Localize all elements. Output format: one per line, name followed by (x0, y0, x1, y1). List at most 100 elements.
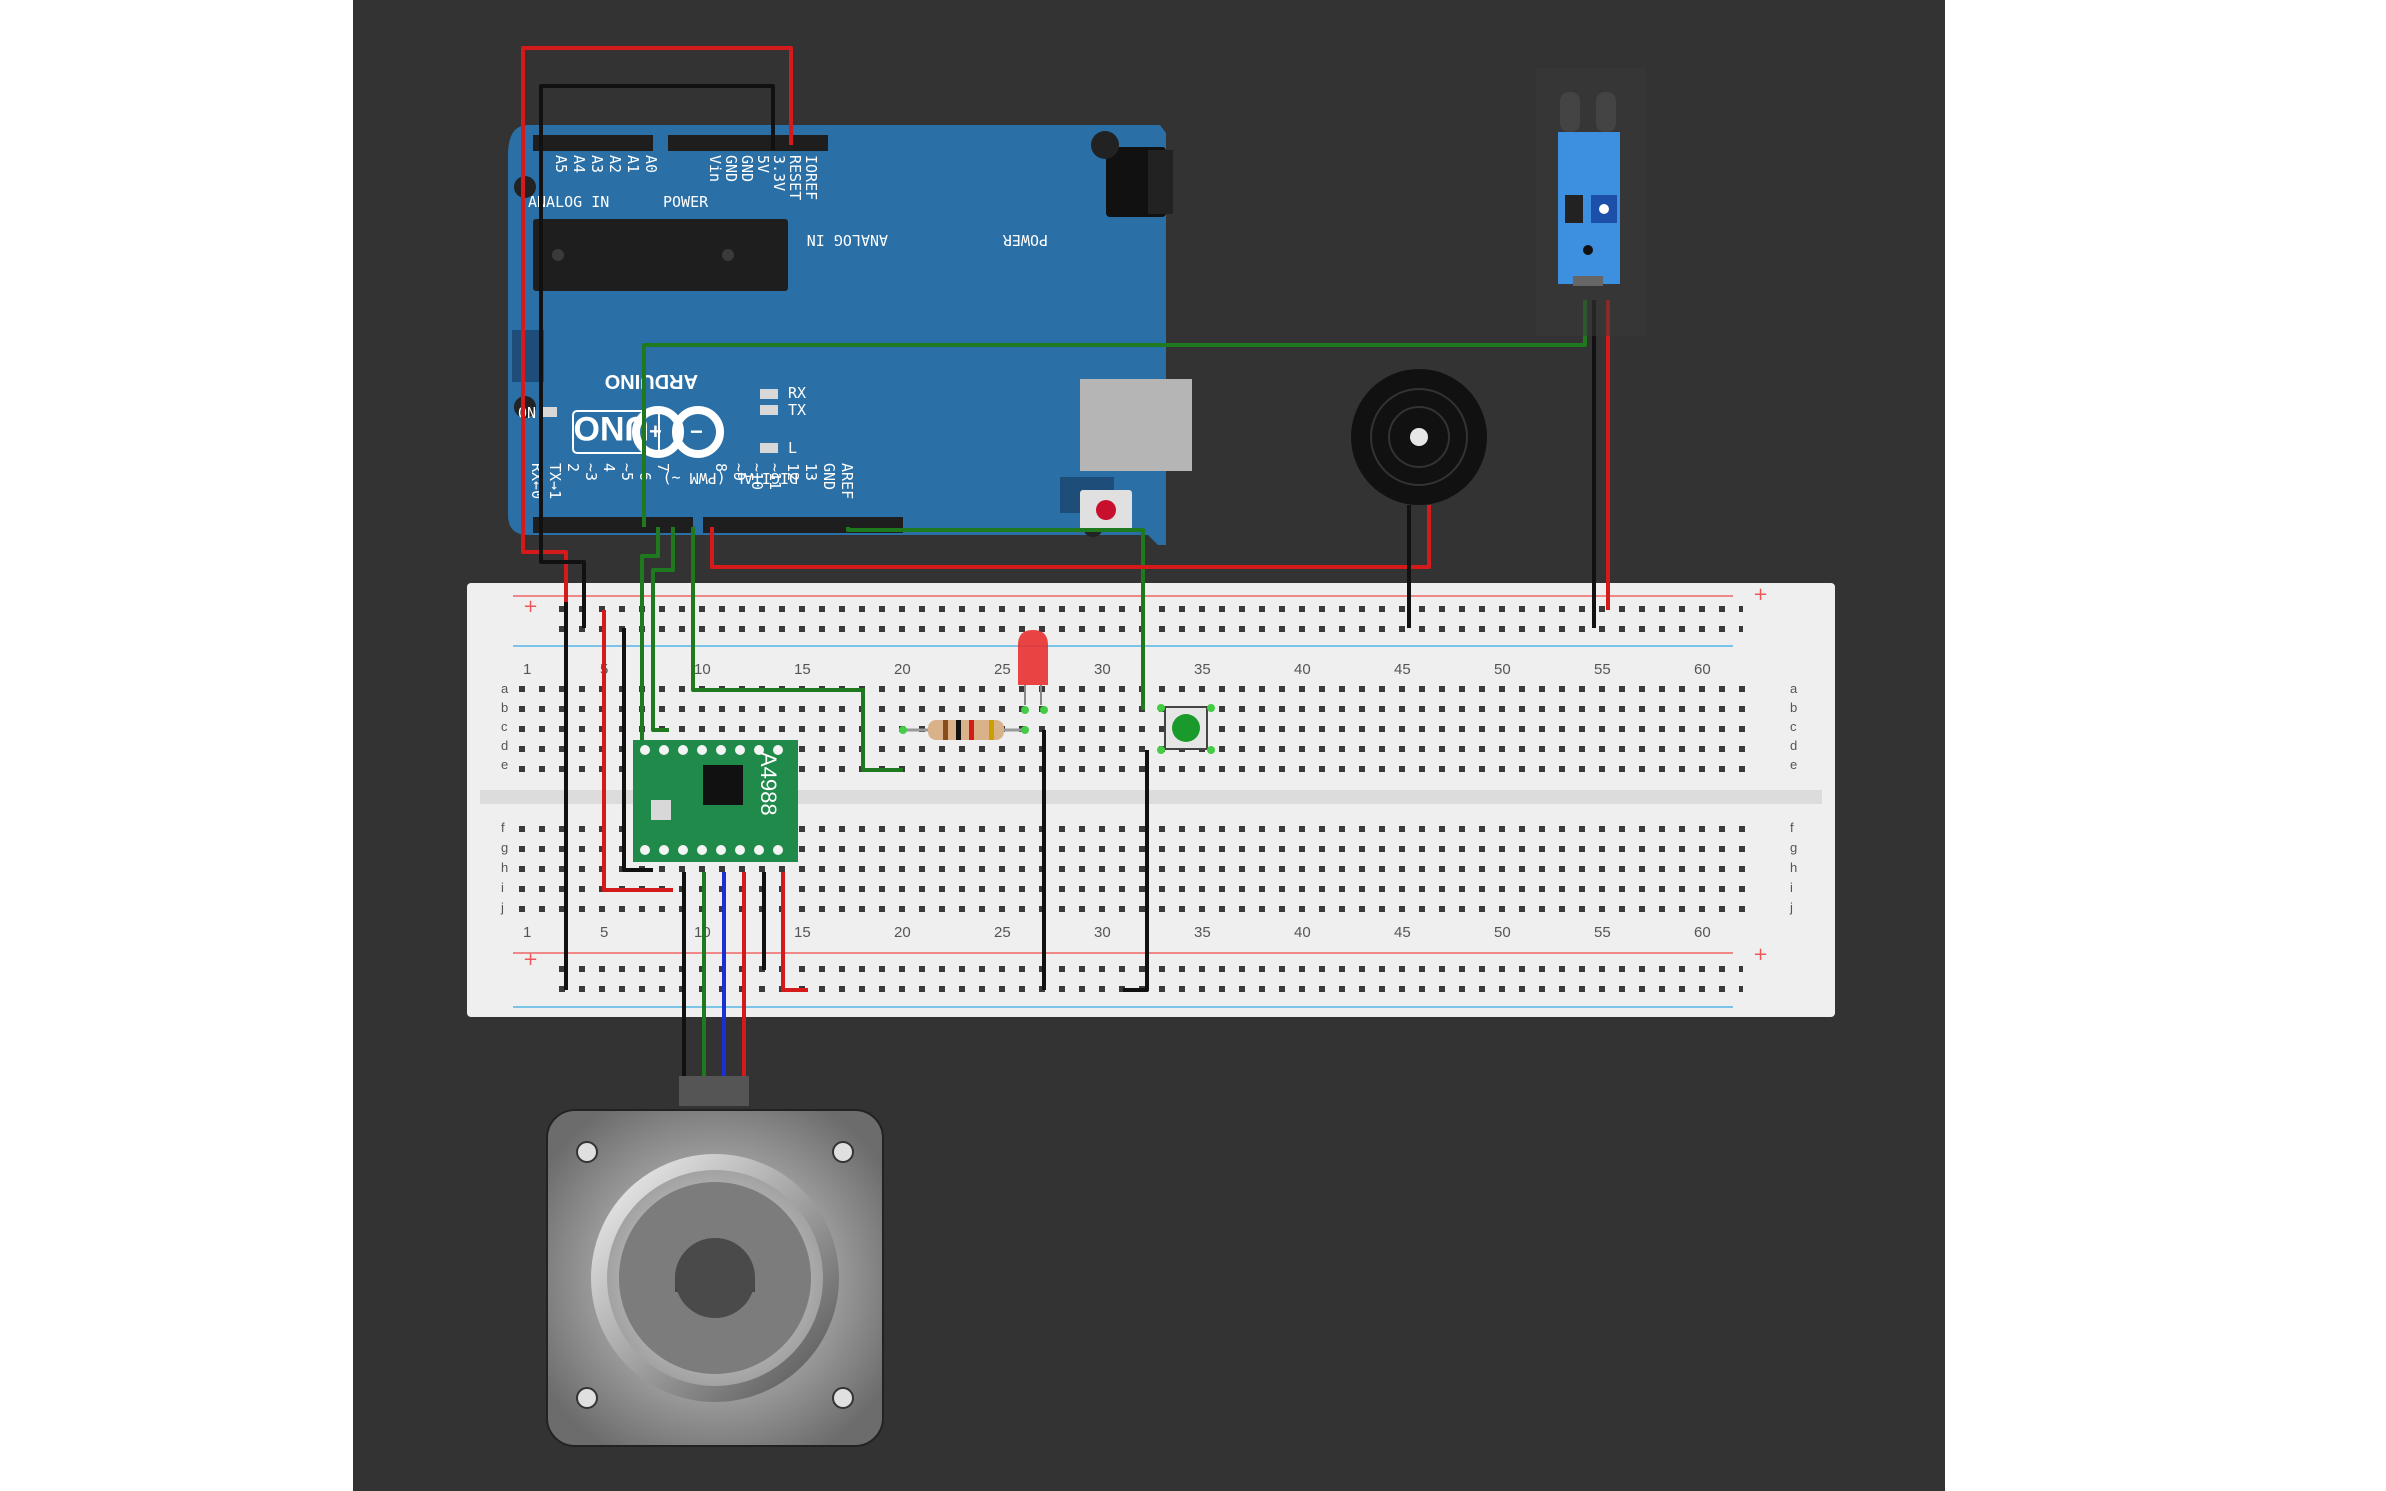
rail-plus-sign: + (523, 596, 538, 617)
svg-text:60: 60 (1694, 924, 1711, 941)
ir-emitter (1560, 92, 1580, 132)
svg-text:35: 35 (1194, 661, 1211, 678)
svg-text:h: h (501, 860, 508, 875)
uno-label: UNO (573, 409, 649, 447)
svg-text:60: 60 (1694, 661, 1711, 678)
svg-text:b: b (1790, 700, 1797, 715)
svg-text:Vin: Vin (706, 155, 724, 182)
top-power-rail[interactable] (553, 605, 1743, 635)
svg-text:30: 30 (1094, 661, 1111, 678)
rx-led (760, 405, 778, 415)
svg-text:2: 2 (564, 463, 582, 472)
svg-text:d: d (501, 738, 508, 753)
svg-text:a: a (501, 681, 509, 696)
stepper-motor[interactable] (546, 1076, 884, 1447)
svg-text:i: i (501, 880, 504, 895)
driver-chip (703, 765, 743, 805)
svg-text:45: 45 (1394, 924, 1411, 941)
analog-header[interactable] (533, 135, 653, 151)
svg-text:40: 40 (1294, 661, 1311, 678)
pushbutton[interactable] (1157, 704, 1215, 754)
svg-text:−: − (690, 419, 703, 444)
svg-text:20: 20 (894, 661, 911, 678)
svg-text:A1: A1 (624, 155, 642, 173)
mounting-hole (1091, 131, 1119, 159)
svg-text:f: f (1790, 820, 1794, 835)
power-header-label: POWER (663, 193, 709, 211)
svg-text:55: 55 (1594, 661, 1611, 678)
svg-text:35: 35 (1194, 924, 1211, 941)
svg-text:A2: A2 (606, 155, 624, 173)
svg-text:10: 10 (694, 661, 711, 678)
svg-text:5: 5 (600, 924, 608, 941)
circuit-canvas[interactable]: + + + + 1 5 10 15 20 25 30 35 40 45 50 5… (353, 0, 1945, 1491)
svg-text:40: 40 (1294, 924, 1311, 941)
svg-text:20: 20 (894, 924, 911, 941)
svg-text:4: 4 (600, 463, 618, 472)
svg-text:15: 15 (794, 924, 811, 941)
svg-text:A0: A0 (642, 155, 660, 173)
power-header[interactable] (668, 135, 828, 151)
svg-text:j: j (500, 900, 504, 915)
arduino-brand: ARDUINO (605, 370, 698, 392)
svg-text:30: 30 (1094, 924, 1111, 941)
svg-text:RX←0: RX←0 (528, 463, 546, 499)
rail-plus-sign: + (1753, 584, 1768, 605)
svg-text:f: f (501, 820, 505, 835)
atmega-chip (533, 219, 788, 291)
tx-led (760, 389, 778, 399)
svg-text:b: b (501, 700, 508, 715)
svg-text:i: i (1790, 880, 1793, 895)
rail-plus-sign: + (523, 949, 538, 970)
power-label: POWER (1002, 231, 1048, 249)
svg-text:~3: ~3 (582, 463, 600, 481)
on-led (543, 407, 557, 417)
svg-text:25: 25 (994, 924, 1011, 941)
svg-text:h: h (1790, 860, 1797, 875)
svg-text:25: 25 (994, 661, 1011, 678)
svg-text:g: g (1790, 840, 1797, 855)
rail-plus-sign: + (1753, 944, 1768, 965)
svg-text:13: 13 (802, 463, 820, 481)
arduino-uno-board[interactable]: ANALOG IN POWER IOREF RESET 3.3V 5V GND … (508, 125, 1192, 545)
svg-text:a: a (1790, 681, 1798, 696)
svg-text:1: 1 (523, 924, 531, 941)
svg-text:15: 15 (794, 661, 811, 678)
analog-in-label: ANALOG IN (807, 231, 888, 249)
svg-text:d: d (1790, 738, 1797, 753)
svg-text:50: 50 (1494, 661, 1511, 678)
svg-text:e: e (501, 757, 508, 772)
svg-text:A5: A5 (552, 155, 570, 173)
svg-text:55: 55 (1594, 924, 1611, 941)
reset-button-cap[interactable] (1096, 500, 1116, 520)
l-label: L (788, 439, 797, 457)
svg-text:c: c (501, 719, 508, 734)
svg-text:GND: GND (820, 463, 838, 490)
usb-port (1080, 379, 1192, 471)
svg-text:A3: A3 (588, 155, 606, 173)
a4988-driver[interactable]: A4988 (633, 740, 798, 862)
l-led (760, 443, 778, 453)
tx-label: TX (788, 401, 806, 419)
driver-potentiometer[interactable] (651, 800, 671, 820)
svg-text:c: c (1790, 719, 1797, 734)
svg-text:1: 1 (523, 661, 531, 678)
analog-pin-labels: A0 A1 A2 A3 A4 A5 (552, 155, 660, 173)
driver-label: A4988 (756, 752, 781, 816)
ir-sensor[interactable] (1536, 68, 1646, 336)
ir-receiver (1596, 92, 1616, 132)
digital-header-label: DIGITAL (PWM ~) (663, 469, 798, 487)
svg-text:A4: A4 (570, 155, 588, 173)
svg-text:~5: ~5 (618, 463, 636, 481)
svg-text:e: e (1790, 757, 1797, 772)
svg-text:j: j (1789, 900, 1793, 915)
svg-text:50: 50 (1494, 924, 1511, 941)
svg-text:AREF: AREF (838, 463, 856, 499)
digital-header-low[interactable] (533, 517, 693, 533)
svg-text:g: g (501, 840, 508, 855)
rx-label: RX (788, 384, 806, 402)
on-label: ON (518, 404, 536, 422)
buzzer[interactable] (1351, 369, 1487, 505)
svg-text:45: 45 (1394, 661, 1411, 678)
svg-text:TX→1: TX→1 (546, 463, 564, 499)
